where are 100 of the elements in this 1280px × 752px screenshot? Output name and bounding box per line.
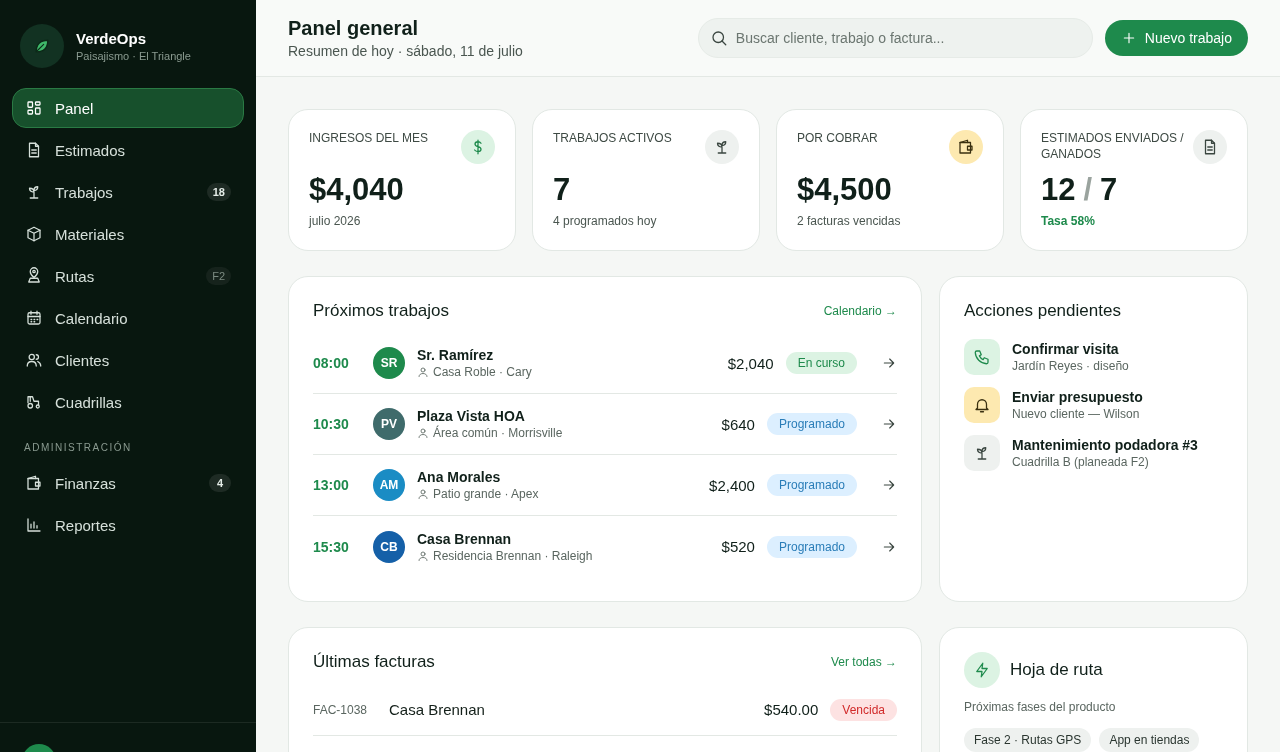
action-detail: Cuadrilla B (planeada F2)	[1012, 455, 1150, 469]
panel-title: Últimas facturas	[313, 652, 435, 672]
calendar-link[interactable]: Calendario →	[823, 304, 897, 318]
stat-value: 7	[553, 172, 571, 208]
sidebar-item[interactable]: Calendario	[12, 298, 244, 338]
panel-title: Próximos trabajos	[313, 301, 450, 321]
page-subtitle: Resumen de hoy · sábado, 11 de julio	[288, 43, 523, 59]
client-avatar: AM	[373, 469, 405, 501]
stat-value: $4,040	[309, 172, 404, 208]
job-location: Casa Roble · Cary	[433, 365, 532, 379]
action-title: Confirmar visita	[1012, 341, 1120, 357]
calendar-icon	[25, 309, 43, 327]
arrow-right-icon[interactable]	[881, 477, 897, 493]
search-field[interactable]: Buscar cliente, trabajo o factura...	[697, 18, 1093, 58]
job-location: Área común · Morrisville	[433, 426, 563, 440]
stat-label: INGRESOS DEL MES	[309, 130, 428, 146]
stat-note: 4 programados hoy	[553, 214, 658, 228]
sidebar-item[interactable]: Trabajos 18	[12, 172, 244, 212]
sidebar-item[interactable]: Reportes	[12, 505, 244, 545]
dollar-icon	[461, 130, 495, 164]
person-icon	[417, 366, 429, 378]
phase-tag: Fase 2 · Rutas GPS	[964, 728, 1092, 752]
tractor-icon	[25, 393, 43, 411]
wallet-icon	[25, 474, 43, 492]
job-amount: $2,040	[727, 354, 774, 372]
stat-label: POR COBRAR	[797, 130, 878, 146]
new-job-button[interactable]: Nuevo trabajo	[1104, 20, 1248, 56]
wallet-icon	[949, 130, 983, 164]
job-amount: $520	[721, 538, 755, 555]
person-icon	[417, 488, 429, 500]
status-badge: En curso	[785, 352, 857, 374]
stat-label: ESTIMADOS ENVIADOS / GANADOS	[1041, 130, 1185, 162]
document-icon	[1193, 130, 1227, 164]
count-badge: 4	[209, 474, 231, 492]
invoice-amount: $540.00	[764, 701, 819, 718]
person-icon	[417, 427, 429, 439]
bar-chart-icon	[25, 516, 43, 534]
panel-title: Acciones pendientes	[964, 301, 1122, 321]
search-icon	[709, 29, 728, 47]
leaf-logo-icon	[20, 24, 64, 68]
arrow-right-icon[interactable]	[881, 416, 897, 432]
action-detail: Jardín Reyes · diseño	[1012, 359, 1129, 373]
status-badge: Programado	[766, 535, 857, 558]
panel-title: Hoja de ruta	[1010, 660, 1103, 680]
stat-value: 12	[1041, 172, 1076, 208]
stat-note: 2 facturas vencidas	[797, 214, 902, 228]
sidebar-item[interactable]: Clientes	[12, 340, 244, 380]
panel-subtitle: Próximas fases del producto	[964, 700, 1117, 714]
job-amount: $2,400	[709, 476, 755, 494]
stat-label: TRABAJOS ACTIVOS	[553, 130, 672, 146]
status-badge: Programado	[766, 413, 857, 435]
invoice-number: FAC-1038	[313, 702, 369, 717]
client-name: Sr. Ramírez	[417, 347, 495, 363]
sidebar-item[interactable]: Cuadrillas	[12, 382, 244, 422]
sidebar-item[interactable]: Rutas F2	[12, 256, 244, 296]
job-time: 13:00	[313, 477, 350, 493]
brand-tagline: Paisajismo · El Triangle	[76, 50, 191, 62]
job-location: Patio grande · Apex	[433, 487, 539, 501]
stat-note: Tasa 58%	[1041, 214, 1096, 228]
stat-value: $4,500	[797, 172, 892, 208]
page-title: Panel general	[288, 17, 420, 40]
box-icon	[25, 225, 43, 243]
sidebar-item[interactable]: Estimados	[12, 130, 244, 170]
phone-icon	[964, 339, 1000, 375]
arrow-right-icon[interactable]	[881, 355, 897, 371]
status-badge: Vencida	[830, 698, 897, 721]
dashboard-icon	[25, 99, 43, 117]
sidebar-item[interactable]: Panel	[12, 88, 244, 128]
sprout-icon	[705, 130, 739, 164]
person-icon	[417, 549, 429, 562]
client-name: Casa Brennan	[417, 530, 513, 547]
section-heading: ADMINISTRACIÓN	[23, 440, 133, 455]
job-time: 15:30	[313, 538, 350, 555]
status-badge: Programado	[766, 474, 857, 496]
phase-tag: App en tiendas	[1099, 728, 1200, 752]
client-name: Casa Brennan	[389, 701, 486, 718]
users-icon	[25, 351, 43, 369]
sidebar-item[interactable]: Materiales	[12, 214, 244, 254]
client-avatar: CB	[373, 530, 405, 563]
brand-name: VerdeOps	[76, 30, 148, 47]
sidebar-item[interactable]: Finanzas 4	[12, 463, 244, 503]
map-pin-icon	[25, 267, 43, 285]
value-separator: /	[1083, 172, 1093, 208]
count-badge: F2	[206, 267, 231, 285]
action-detail: Nuevo cliente — Wilson	[1012, 407, 1141, 421]
sprout-icon	[964, 435, 1000, 471]
stat-value: 7	[1100, 172, 1118, 208]
stat-note: julio 2026	[309, 214, 362, 228]
action-title: Enviar presupuesto	[1012, 389, 1143, 405]
job-location: Residencia Brennan · Raleigh	[433, 548, 593, 563]
client-avatar: PV	[373, 408, 405, 440]
bell-icon	[964, 387, 1000, 423]
client-name: Plaza Vista HOA	[417, 408, 526, 424]
client-name: Ana Morales	[417, 469, 502, 485]
count-badge: 18	[206, 183, 231, 201]
view-all-link[interactable]: Ver todas →	[830, 655, 897, 669]
client-avatar: SR	[373, 347, 405, 379]
lightning-icon	[964, 652, 1000, 688]
job-time: 10:30	[313, 416, 350, 432]
job-time: 08:00	[313, 355, 350, 371]
